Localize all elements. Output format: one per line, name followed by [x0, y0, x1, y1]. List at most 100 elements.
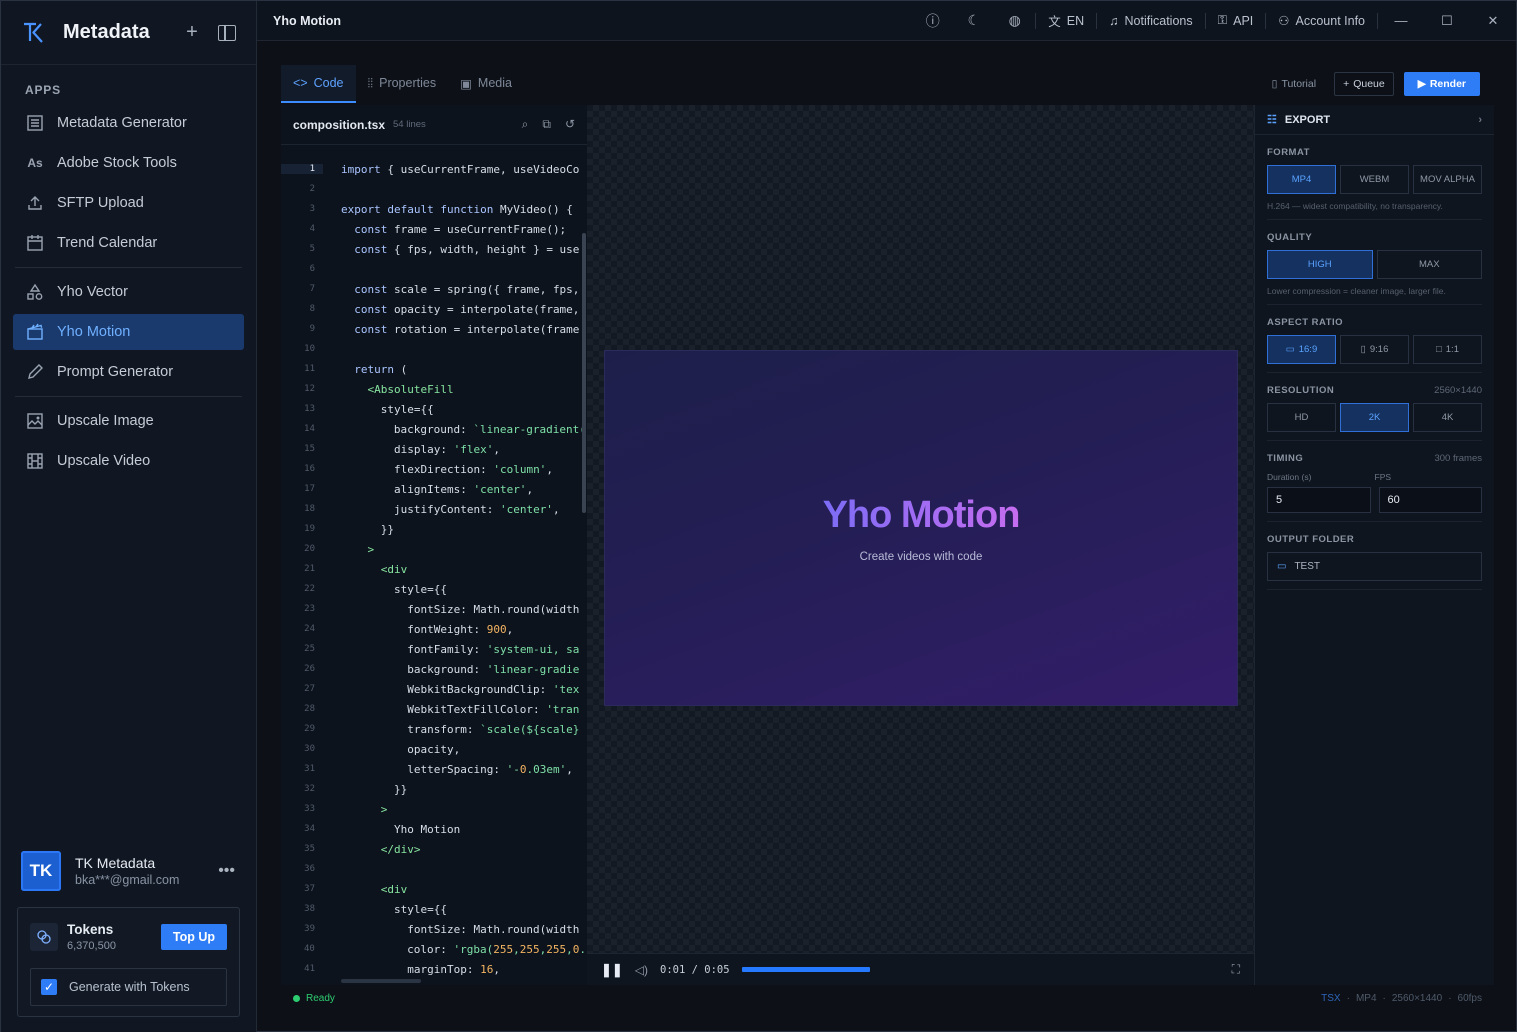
- output-folder-picker[interactable]: ▭ TEST: [1267, 552, 1482, 581]
- code-line[interactable]: 4 const frame = useCurrentFrame();: [281, 219, 585, 239]
- code-line[interactable]: 19 }}: [281, 519, 585, 539]
- code-area[interactable]: 1 import { useCurrentFrame, useVideoCo 2 3 e…: [281, 159, 585, 979]
- sidebar-item-sftp-upload[interactable]: SFTP Upload: [13, 185, 244, 221]
- collapse-sidebar-icon[interactable]: [218, 24, 236, 41]
- code-line[interactable]: 25 fontFamily: 'system-ui, sa: [281, 639, 585, 659]
- sidebar-item-yho-motion[interactable]: Yho Motion: [13, 314, 244, 350]
- code-line[interactable]: 7 const scale = spring({ frame, fps,: [281, 279, 585, 299]
- resolution-4k-option[interactable]: 4K: [1413, 403, 1482, 432]
- search-icon[interactable]: ⌕: [522, 117, 529, 132]
- sidebar-item-upscale-video[interactable]: Upscale Video: [13, 443, 244, 479]
- api-button[interactable]: ⚿ API: [1206, 13, 1266, 28]
- code-line[interactable]: 30 opacity,: [281, 739, 585, 759]
- moon-icon[interactable]: ☾: [953, 12, 994, 29]
- code-line[interactable]: 36: [281, 859, 585, 879]
- palette-icon[interactable]: ◍: [994, 12, 1035, 29]
- quality-max-option[interactable]: MAX: [1376, 250, 1482, 279]
- volume-icon[interactable]: ◁): [635, 963, 648, 977]
- top-up-button[interactable]: Top Up: [160, 924, 227, 950]
- horizontal-scrollbar[interactable]: [341, 979, 421, 983]
- code-line[interactable]: 24 fontWeight: 900,: [281, 619, 585, 639]
- code-line[interactable]: 15 display: 'flex',: [281, 439, 585, 459]
- code-line[interactable]: 27 WebkitBackgroundClip: 'tex: [281, 679, 585, 699]
- code-line[interactable]: 26 background: 'linear-gradie: [281, 659, 585, 679]
- code-line[interactable]: 9 const rotation = interpolate(frame: [281, 319, 585, 339]
- sidebar-item-adobe-stock-tools[interactable]: As Adobe Stock Tools: [13, 145, 244, 181]
- fps-input[interactable]: 60: [1378, 487, 1482, 513]
- code-line[interactable]: 35 </div>: [281, 839, 585, 859]
- reset-icon[interactable]: ↺: [565, 117, 575, 132]
- code-line[interactable]: 38 style={{: [281, 899, 585, 919]
- account-info-button[interactable]: ⚇ Account Info: [1266, 13, 1377, 29]
- user-card[interactable]: TK TK Metadata bka***@gmail.com •••: [13, 839, 243, 903]
- code-line[interactable]: 22 style={{: [281, 579, 585, 599]
- tab-code[interactable]: <> Code: [281, 65, 356, 103]
- sidebar-item-metadata-generator[interactable]: Metadata Generator: [13, 105, 244, 141]
- code-line[interactable]: 20 >: [281, 539, 585, 559]
- code-line[interactable]: 39 fontSize: Math.round(width: [281, 919, 585, 939]
- info-icon[interactable]: ⓘ: [912, 11, 953, 31]
- format-webm-option[interactable]: WEBM: [1340, 165, 1409, 194]
- sidebar-item-upscale-image[interactable]: Upscale Image: [13, 403, 244, 439]
- code-line[interactable]: 18 justifyContent: 'center',: [281, 499, 585, 519]
- folder-icon: ▭: [1277, 561, 1287, 572]
- code-line[interactable]: 37 <div: [281, 879, 585, 899]
- format-mp4-option[interactable]: MP4: [1267, 165, 1336, 194]
- close-icon[interactable]: ✕: [1470, 13, 1516, 29]
- chevron-right-icon[interactable]: ›: [1478, 114, 1482, 126]
- fullscreen-icon[interactable]: ⛶: [1232, 962, 1240, 977]
- code-line[interactable]: 14 background: `linear-gradient(: [281, 419, 585, 439]
- sidebar-item-prompt-generator[interactable]: Prompt Generator: [13, 354, 244, 390]
- copy-icon[interactable]: ⧉: [542, 117, 551, 132]
- more-options-icon[interactable]: •••: [218, 862, 235, 880]
- code-line[interactable]: 34 Yho Motion: [281, 819, 585, 839]
- aspect-9-16-option[interactable]: ▯ 9:16: [1340, 335, 1409, 364]
- aspect-16-9-option[interactable]: ▭ 16:9: [1267, 335, 1336, 364]
- code-line[interactable]: 2: [281, 179, 585, 199]
- queue-button[interactable]: + Queue: [1334, 72, 1394, 96]
- code-line[interactable]: 29 transform: `scale(${scale}: [281, 719, 585, 739]
- code-line[interactable]: 40 color: 'rgba(255,255,255,0.: [281, 939, 585, 959]
- sidebar-item-yho-vector[interactable]: Yho Vector: [13, 274, 244, 310]
- code-line[interactable]: 33 >: [281, 799, 585, 819]
- code-line[interactable]: 16 flexDirection: 'column',: [281, 459, 585, 479]
- sidebar-item-trend-calendar[interactable]: Trend Calendar: [13, 225, 244, 261]
- tab-properties[interactable]: ⦙⦙ Properties: [356, 65, 449, 103]
- code-line[interactable]: 11 return (: [281, 359, 585, 379]
- code-line[interactable]: 13 style={{: [281, 399, 585, 419]
- duration-input[interactable]: 5: [1267, 487, 1371, 513]
- maximize-icon[interactable]: ☐: [1424, 13, 1470, 29]
- quality-high-option[interactable]: HIGH: [1267, 250, 1373, 279]
- code-line[interactable]: 21 <div: [281, 559, 585, 579]
- resolution-hd-option[interactable]: HD: [1267, 403, 1336, 432]
- vertical-scrollbar[interactable]: [582, 233, 586, 513]
- code-line[interactable]: 12 <AbsoluteFill: [281, 379, 585, 399]
- tab-media[interactable]: ▣ Media: [448, 65, 524, 103]
- plus-icon[interactable]: +: [180, 21, 204, 44]
- code-line[interactable]: 23 fontSize: Math.round(width: [281, 599, 585, 619]
- resolution-2k-option[interactable]: 2K: [1340, 403, 1409, 432]
- notifications-button[interactable]: ♫ Notifications: [1097, 14, 1204, 28]
- code-line[interactable]: 6: [281, 259, 585, 279]
- minimize-icon[interactable]: —: [1378, 13, 1424, 28]
- code-line[interactable]: 8 const opacity = interpolate(frame,: [281, 299, 585, 319]
- code-line[interactable]: 17 alignItems: 'center',: [281, 479, 585, 499]
- code-line[interactable]: 41 marginTop: 16,: [281, 959, 585, 979]
- export-header[interactable]: ☷ EXPORT ›: [1255, 105, 1494, 135]
- code-line[interactable]: 10: [281, 339, 585, 359]
- code-line[interactable]: 31 letterSpacing: '-0.03em',: [281, 759, 585, 779]
- code-line[interactable]: 5 const { fps, width, height } = use: [281, 239, 585, 259]
- code-line[interactable]: 28 WebkitTextFillColor: 'tran: [281, 699, 585, 719]
- pause-icon[interactable]: ❚❚: [601, 962, 623, 978]
- code-line[interactable]: 1 import { useCurrentFrame, useVideoCo: [281, 159, 585, 179]
- generate-with-tokens-checkbox[interactable]: ✓ Generate with Tokens: [30, 968, 227, 1006]
- format-mov-alpha-option[interactable]: MOV ALPHA: [1413, 165, 1482, 194]
- aspect-1-1-option[interactable]: □ 1:1: [1413, 335, 1482, 364]
- code-line[interactable]: 32 }}: [281, 779, 585, 799]
- render-button[interactable]: ▶ Render: [1403, 72, 1480, 96]
- progress-bar[interactable]: [741, 967, 870, 972]
- tutorial-button[interactable]: ▯ Tutorial: [1264, 72, 1324, 96]
- language-button[interactable]: 文 EN: [1036, 11, 1096, 30]
- code-editor[interactable]: composition.tsx 54 lines ⌕ ⧉ ↺ 1 import {…: [281, 105, 587, 985]
- code-line[interactable]: 3 export default function MyVideo() {: [281, 199, 585, 219]
